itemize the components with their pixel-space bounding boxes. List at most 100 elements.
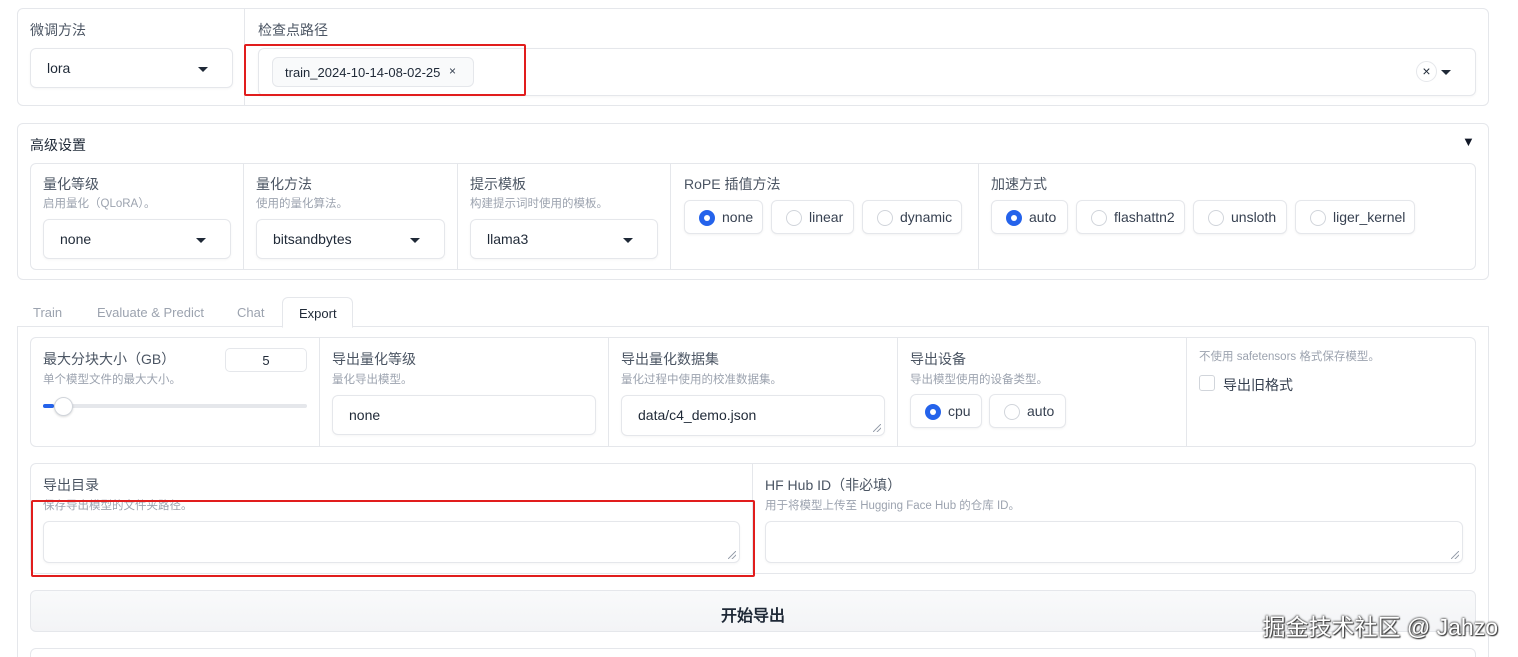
export-legacy-format-checkbox[interactable] [1199,375,1215,391]
hub-id-desc: 用于将模型上传至 Hugging Face Hub 的仓库 ID。 [765,500,1020,512]
export-size-slider[interactable] [43,397,307,416]
radio-selected-icon [1006,210,1022,226]
quantization-bit-desc: 启用量化（QLoRA）。 [43,198,156,210]
resize-handle-icon[interactable] [1451,551,1459,559]
booster-option-liger-kernel[interactable]: liger_kernel [1295,200,1415,234]
grid-divider [608,338,609,446]
quantization-bit-value: none [60,231,92,247]
template-value: llama3 [487,231,529,247]
checkpoint-chip[interactable]: train_2024-10-14-08-02-25 × [272,57,474,87]
tab-train[interactable]: Train [33,305,62,320]
export-device-option-label: cpu [948,403,971,419]
rope-option-label: linear [809,209,844,225]
resize-handle-icon[interactable] [873,424,881,432]
bottom-output-area [30,648,1476,657]
start-export-button[interactable]: 开始导出 [30,590,1476,632]
export-size-number-input[interactable]: 5 [225,348,307,372]
export-dir-input[interactable] [43,521,740,563]
export-quantization-bit-label: 导出量化等级 [332,351,416,367]
export-quantization-bit-dropdown[interactable]: none [332,395,596,435]
advanced-settings-title[interactable]: 高级设置 [30,135,86,155]
checkpoint-path-label: 检查点路径 [258,22,328,38]
radio-unselected-icon [1004,404,1020,420]
booster-option-unsloth[interactable]: unsloth [1193,200,1287,234]
template-dropdown[interactable]: llama3 [470,219,658,259]
slider-track [43,404,307,408]
tab-chat[interactable]: Chat [237,305,264,320]
resize-handle-icon[interactable] [728,551,736,559]
rope-option-none[interactable]: none [684,200,763,234]
booster-option-flashattn2[interactable]: flashattn2 [1076,200,1185,234]
top-divider [244,9,245,105]
rope-option-dynamic[interactable]: dynamic [862,200,962,234]
export-quantization-dataset-value: data/c4_demo.json [638,407,757,423]
grid-divider [319,338,320,446]
booster-option-label: unsloth [1231,209,1277,225]
export-quantization-dataset-desc: 量化过程中使用的校准数据集。 [621,374,782,386]
rope-option-label: dynamic [900,209,953,225]
grid-divider [897,338,898,446]
chevron-down-icon [198,67,208,72]
chevron-down-icon[interactable] [1441,70,1451,75]
watermark-text: 掘金技术社区 @ Jahzo [1262,614,1498,640]
slider-fill [43,404,54,408]
rope-option-label: none [722,209,754,225]
start-export-button-label: 开始导出 [720,608,785,625]
radio-unselected-icon [1310,210,1326,226]
checkpoint-path-multiselect[interactable]: train_2024-10-14-08-02-25 × × [258,48,1476,96]
quantization-method-desc: 使用的量化算法。 [256,198,348,210]
export-device-label: 导出设备 [910,351,966,367]
clear-selection-glyph: × [1422,63,1431,79]
export-quantization-bit-value: none [349,407,381,423]
export-legacy-format-desc: 不使用 safetensors 格式保存模型。 [1199,351,1380,363]
quantization-bit-label: 量化等级 [43,176,99,192]
chip-remove-icon[interactable]: × [449,64,456,78]
booster-option-label: auto [1029,209,1057,225]
collapse-toggle-icon[interactable]: ▼ [1462,134,1475,149]
export-device-option-label: auto [1027,403,1055,419]
export-device-option-cpu[interactable]: cpu [910,394,982,428]
export-device-desc: 导出模型使用的设备类型。 [910,374,1048,386]
booster-option-label: flashattn2 [1114,209,1175,225]
export-size-value: 5 [262,353,270,368]
clear-selection-icon[interactable]: × [1416,61,1437,82]
grid-divider [243,164,244,269]
radio-unselected-icon [1091,210,1107,226]
export-legacy-format-label[interactable]: 导出旧格式 [1223,375,1293,395]
radio-unselected-icon [877,210,893,226]
export-size-desc: 单个模型文件的最大大小。 [43,374,181,386]
chevron-down-icon [410,238,420,243]
finetuning-method-label: 微调方法 [30,22,86,38]
export-dir-desc: 保存导出模型的文件夹路径。 [43,500,193,512]
export-quantization-dataset-label: 导出量化数据集 [621,351,719,367]
export-device-option-auto[interactable]: auto [989,394,1066,428]
rope-scaling-label: RoPE 插值方法 [684,176,781,192]
tab-export-label: Export [299,306,337,321]
hub-id-input[interactable] [765,521,1463,563]
radio-selected-icon [925,404,941,420]
quantization-method-dropdown[interactable]: bitsandbytes [256,219,445,259]
finetuning-method-dropdown[interactable]: lora [30,48,233,88]
grid-divider [978,164,979,269]
checkpoint-chip-label: train_2024-10-14-08-02-25 [285,65,441,80]
booster-label: 加速方式 [991,176,1047,192]
chevron-down-icon [196,238,206,243]
tab-export[interactable]: Export [282,297,353,328]
tab-evaluate-predict[interactable]: Evaluate & Predict [97,305,204,320]
quantization-method-value: bitsandbytes [273,231,352,247]
export-dir-label: 导出目录 [43,477,99,493]
export-size-label: 最大分块大小（GB） [43,351,176,367]
hub-id-label: HF Hub ID（非必填） [765,477,902,493]
grid-divider [457,164,458,269]
booster-option-auto[interactable]: auto [991,200,1068,234]
template-desc: 构建提示词时使用的模板。 [470,198,608,210]
slider-thumb[interactable] [54,397,73,416]
template-label: 提示模板 [470,176,526,192]
export-quantization-bit-desc: 量化导出模型。 [332,374,413,386]
chevron-down-icon [623,238,633,243]
export-quantization-dataset-input[interactable]: data/c4_demo.json [621,395,885,436]
quantization-bit-dropdown[interactable]: none [43,219,231,259]
finetuning-method-value: lora [47,60,71,76]
radio-selected-icon [699,210,715,226]
rope-option-linear[interactable]: linear [771,200,854,234]
